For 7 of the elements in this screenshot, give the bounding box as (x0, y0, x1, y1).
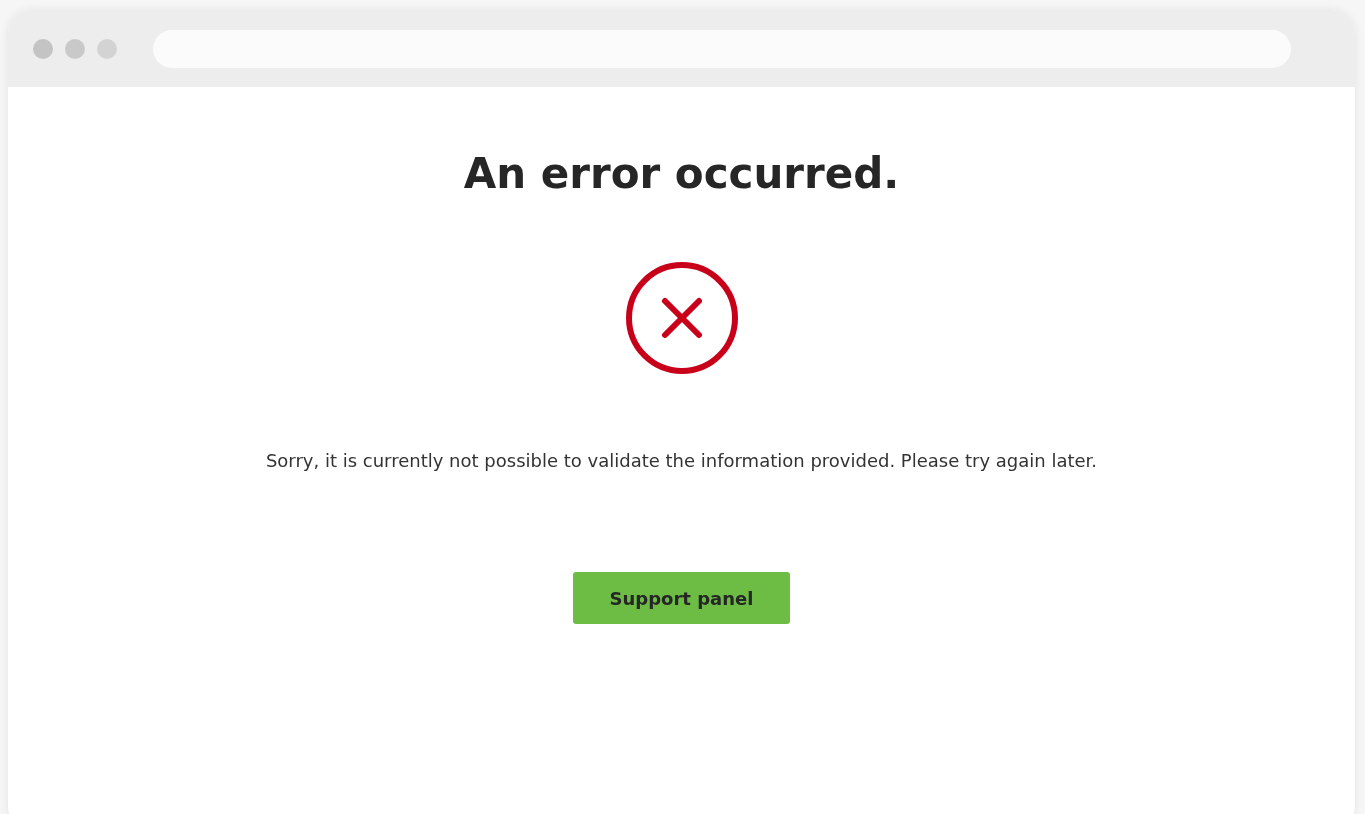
window-dot-icon (33, 38, 53, 59)
error-heading: An error occurred. (463, 151, 900, 198)
support-panel-button[interactable]: Support panel (573, 572, 790, 625)
error-message: Sorry, it is currently not possible to validate the information provided. Please try again later. (265, 449, 1098, 474)
window-dot-icon (65, 38, 85, 59)
window-dot-icon (97, 38, 117, 59)
error-icon (624, 261, 739, 376)
